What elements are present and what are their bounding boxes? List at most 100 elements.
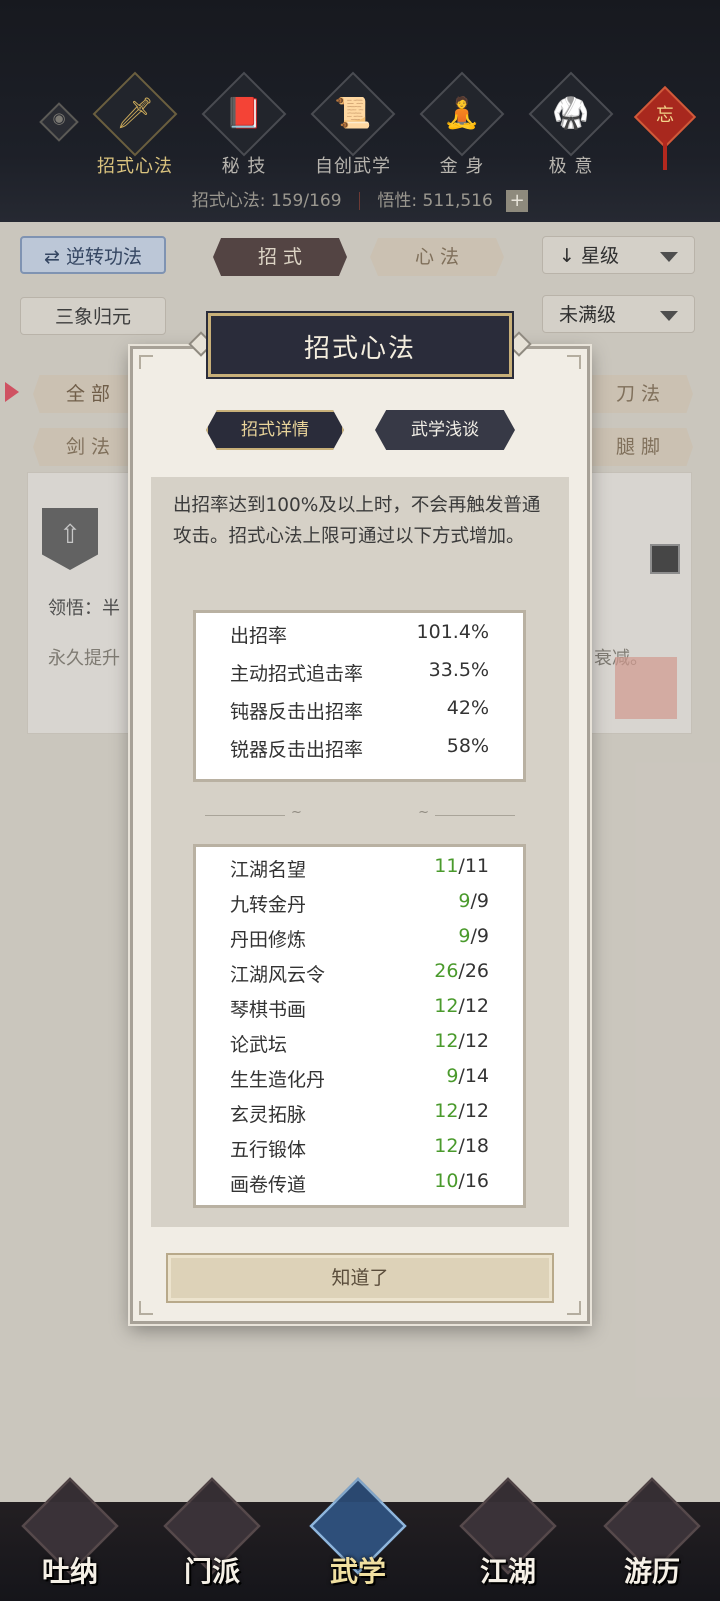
rate-label: 主动招式追击率 bbox=[230, 663, 364, 685]
source-value: 26/26 bbox=[434, 960, 489, 982]
source-max: /12 bbox=[458, 1100, 489, 1122]
source-row: 五行锻体 12/18 bbox=[230, 1135, 489, 1171]
tab-martial-talk[interactable]: 武学浅谈 bbox=[375, 410, 515, 450]
source-max: /12 bbox=[458, 1030, 489, 1052]
tab-active-border bbox=[206, 410, 344, 450]
source-current: 11 bbox=[434, 855, 459, 877]
modal-title-bar: 招式心法 bbox=[208, 313, 512, 377]
rate-label: 出招率 bbox=[230, 625, 288, 647]
source-label: 江湖风云令 bbox=[230, 964, 326, 986]
source-current: 9 bbox=[446, 1065, 459, 1087]
meditation-icon: 🧘 bbox=[443, 96, 481, 131]
rate-row: 出招率 101.4% bbox=[230, 621, 489, 657]
source-max: /14 bbox=[458, 1065, 489, 1087]
top-tab-custom[interactable]: 📜 自创武学 bbox=[298, 71, 408, 178]
source-label: 琴棋书画 bbox=[230, 999, 307, 1021]
insight-label: 悟性: bbox=[377, 191, 418, 211]
rate-row: 锐器反击出招率 58% bbox=[230, 735, 489, 771]
bottom-tab-label: 江湖 bbox=[479, 1555, 536, 1588]
rate-value: 58% bbox=[446, 735, 489, 757]
source-max: /9 bbox=[470, 925, 490, 947]
source-current: 12 bbox=[434, 1030, 459, 1052]
source-value: 12/12 bbox=[434, 1100, 489, 1122]
source-value: 10/16 bbox=[434, 1170, 489, 1192]
rate-value: 33.5% bbox=[428, 659, 489, 681]
source-current: 26 bbox=[434, 960, 459, 982]
rate-row: 钝器反击出招率 42% bbox=[230, 697, 489, 733]
source-value: 12/12 bbox=[434, 1030, 489, 1052]
source-label: 江湖名望 bbox=[230, 859, 307, 881]
add-insight-button[interactable]: + bbox=[506, 190, 529, 212]
source-label: 玄灵拓脉 bbox=[230, 1104, 307, 1126]
top-tab-moves[interactable]: 🗡 招式心法 bbox=[80, 71, 190, 178]
source-current: 12 bbox=[434, 995, 459, 1017]
moves-value: 159/169 bbox=[270, 191, 342, 211]
source-row: 丹田修炼 9/9 bbox=[230, 925, 489, 961]
scroll-icon: 📜 bbox=[334, 96, 372, 131]
rate-value: 42% bbox=[446, 697, 489, 719]
source-label: 论武坛 bbox=[230, 1034, 288, 1056]
source-max: /18 bbox=[458, 1135, 489, 1157]
top-tab-label: 金 身 bbox=[439, 156, 485, 177]
bottom-nav: 吐纳 门派 武学 江湖 游历 bbox=[0, 1477, 720, 1601]
divider-swirl-icon: ~ bbox=[418, 805, 429, 820]
bottom-tab-label: 游历 bbox=[623, 1555, 680, 1588]
sword-icon: 🗡 bbox=[115, 96, 155, 131]
top-tab-secret[interactable]: 📕 秘 技 bbox=[189, 71, 299, 178]
insight-value: 511,516 bbox=[422, 191, 493, 211]
stats-line: 招式心法: 159/169 悟性: 511,516 + bbox=[0, 186, 720, 212]
bottom-tab-label: 武学 bbox=[329, 1555, 386, 1588]
divider-line bbox=[205, 815, 285, 816]
source-value: 12/12 bbox=[434, 995, 489, 1017]
source-current: 12 bbox=[434, 1135, 459, 1157]
source-row: 生生造化丹 9/14 bbox=[230, 1065, 489, 1101]
top-tab-label: 秘 技 bbox=[221, 156, 267, 177]
eye-icon: ◉ bbox=[52, 109, 66, 127]
stats-divider bbox=[358, 192, 360, 210]
top-tab-ultimate[interactable]: 🥋 极 意 bbox=[516, 71, 626, 178]
source-label: 九转金丹 bbox=[230, 894, 307, 916]
got-it-button[interactable]: 知道了 bbox=[166, 1253, 554, 1303]
source-label: 丹田修炼 bbox=[230, 929, 307, 951]
source-row: 江湖名望 11/11 bbox=[230, 855, 489, 891]
ornamental-divider: ~ ~ bbox=[205, 805, 515, 821]
top-tab-label: 自创武学 bbox=[315, 156, 391, 177]
corner-ornament bbox=[567, 1301, 581, 1315]
book-icon: 📕 bbox=[225, 96, 263, 131]
source-value: 9/9 bbox=[458, 890, 489, 912]
source-value: 9/14 bbox=[446, 1065, 489, 1087]
source-row: 江湖风云令 26/26 bbox=[230, 960, 489, 996]
corner-ornament bbox=[139, 355, 153, 369]
source-label: 五行锻体 bbox=[230, 1139, 307, 1161]
top-tab-golden-body[interactable]: 🧘 金 身 bbox=[407, 71, 517, 178]
source-row: 画卷传道 10/16 bbox=[230, 1170, 489, 1206]
source-label: 画卷传道 bbox=[230, 1174, 307, 1196]
source-current: 9 bbox=[458, 890, 471, 912]
source-max: /16 bbox=[458, 1170, 489, 1192]
top-tab-label: 招式心法 bbox=[97, 156, 173, 177]
source-row: 琴棋书画 12/12 bbox=[230, 995, 489, 1031]
modal-title: 招式心法 bbox=[303, 334, 416, 364]
divider-swirl-icon: ~ bbox=[291, 805, 302, 820]
divider-line bbox=[435, 815, 515, 816]
source-row: 论武坛 12/12 bbox=[230, 1030, 489, 1066]
bottom-tab-label: 吐纳 bbox=[41, 1555, 98, 1588]
rate-label: 锐器反击出招率 bbox=[230, 739, 364, 761]
source-value: 12/18 bbox=[434, 1135, 489, 1157]
sources-box: 江湖名望 11/11 九转金丹 9/9 丹田修炼 9/9 江湖风云令 26/26… bbox=[193, 844, 526, 1208]
source-current: 12 bbox=[434, 1100, 459, 1122]
source-row: 九转金丹 9/9 bbox=[230, 890, 489, 926]
source-max: /26 bbox=[458, 960, 489, 982]
bottom-tab-label: 门派 bbox=[183, 1555, 240, 1588]
source-max: /9 bbox=[470, 890, 490, 912]
source-current: 9 bbox=[458, 925, 471, 947]
moves-label: 招式心法: bbox=[191, 191, 266, 211]
source-max: /11 bbox=[458, 855, 489, 877]
source-label: 生生造化丹 bbox=[230, 1069, 326, 1091]
source-row: 玄灵拓脉 12/12 bbox=[230, 1100, 489, 1136]
source-value: 9/9 bbox=[458, 925, 489, 947]
corner-ornament bbox=[567, 355, 581, 369]
top-tab-label: 极 意 bbox=[548, 156, 594, 177]
rate-row: 主动招式追击率 33.5% bbox=[230, 659, 489, 695]
knot-icon: 忘 bbox=[656, 105, 674, 126]
